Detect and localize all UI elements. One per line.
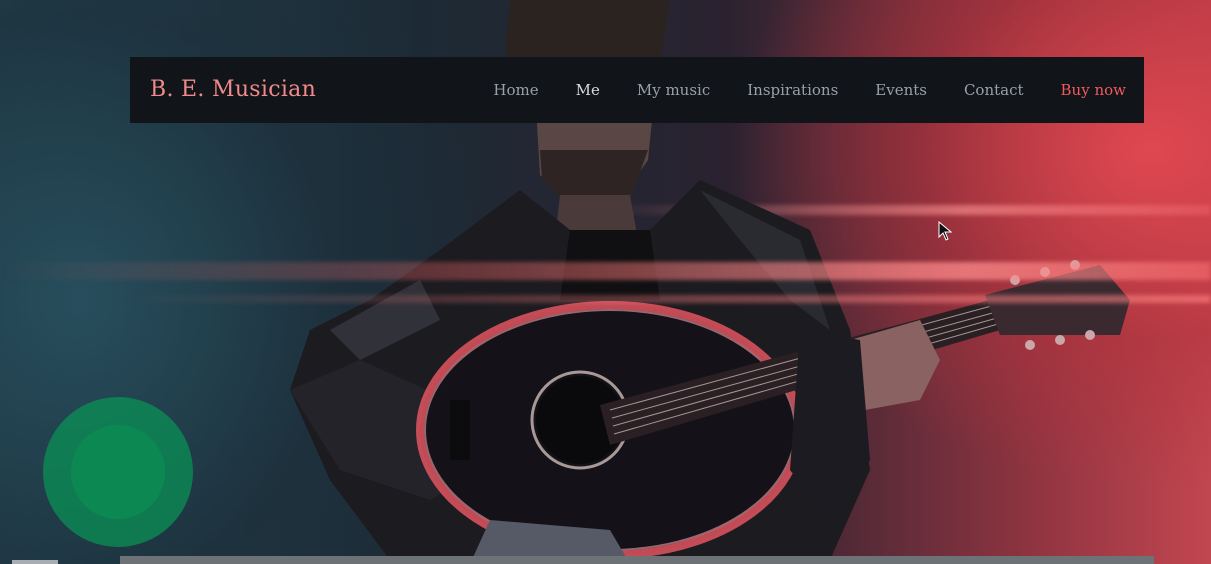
scroll-progress-bar — [120, 556, 1154, 564]
nav-link-contact[interactable]: Contact — [964, 81, 1024, 99]
site-logo[interactable]: B. E. Musician — [150, 77, 316, 102]
nav-link-my-music[interactable]: My music — [637, 81, 710, 99]
nav-menu: Home Me My music Inspirations Events Con… — [456, 57, 1126, 123]
nav-link-buy-now[interactable]: Buy now — [1061, 81, 1126, 99]
top-navbar: B. E. Musician Home Me My music Inspirat… — [130, 57, 1144, 123]
nav-link-inspirations[interactable]: Inspirations — [747, 81, 838, 99]
nav-link-home[interactable]: Home — [493, 81, 538, 99]
mouse-cursor-icon — [938, 221, 952, 241]
recording-indicator-core — [71, 425, 165, 519]
nav-link-events[interactable]: Events — [875, 81, 927, 99]
nav-link-me[interactable]: Me — [576, 81, 600, 99]
taskbar-indicator — [12, 560, 58, 564]
recording-indicator — [43, 397, 193, 547]
